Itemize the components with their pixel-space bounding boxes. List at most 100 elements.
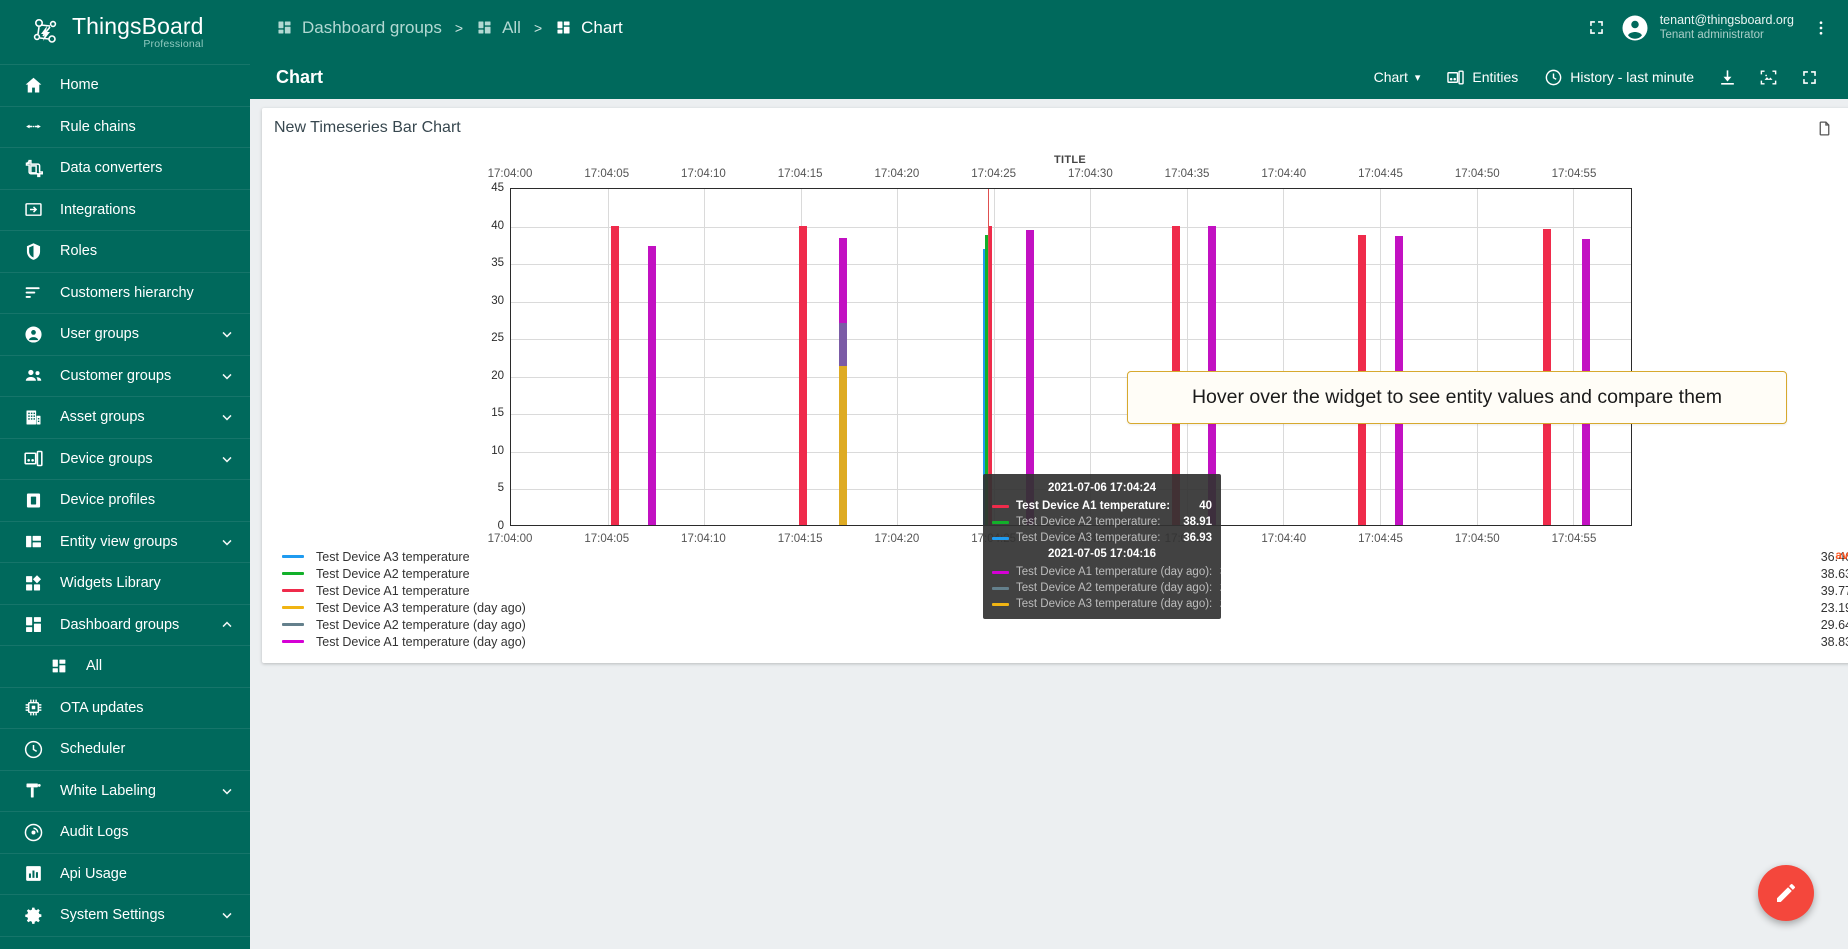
- export-file-icon[interactable]: [1816, 120, 1833, 137]
- x-tick-top: 17:04:45: [1358, 168, 1403, 180]
- sidebar-item-rule-chains[interactable]: Rule chains: [0, 107, 250, 148]
- gridline-horizontal: [511, 226, 1631, 228]
- sidebar-item-data-converters[interactable]: Data converters: [0, 148, 250, 190]
- sidebar-item-widgets-library[interactable]: Widgets Library: [0, 563, 250, 605]
- image-export-button[interactable]: [1748, 60, 1789, 94]
- hint-callout: Hover over the widget to see entity valu…: [1127, 371, 1787, 424]
- sidebar-item-label: Widgets Library: [60, 575, 161, 592]
- timewindow-button[interactable]: History - last minute: [1531, 60, 1707, 94]
- api-usage-icon: [22, 863, 44, 885]
- legend-item[interactable]: Test Device A1 temperature (day ago) 38.8…: [272, 633, 1848, 650]
- legend-item[interactable]: Test Device A3 temperature36.46: [272, 548, 1848, 565]
- building-icon: [22, 406, 44, 428]
- sidebar-item-device-groups[interactable]: Device groups: [0, 439, 250, 480]
- dashboard-fullscreen-button[interactable]: [1789, 60, 1830, 94]
- sidebar-item-home[interactable]: Home: [0, 65, 250, 107]
- sidebar-item-all[interactable]: All: [0, 646, 250, 688]
- sidebar-item-user-groups[interactable]: User groups: [0, 314, 250, 356]
- legend-series-label: Test Device A2 temperature (day ago): [316, 617, 526, 632]
- chevron-down-icon[interactable]: [218, 533, 236, 551]
- legend-series-swatch: [282, 622, 304, 627]
- chevron-down-icon[interactable]: [218, 325, 236, 343]
- sidebar-item-integrations[interactable]: Integrations: [0, 190, 250, 231]
- chevron-down-icon[interactable]: [218, 906, 236, 924]
- sidebar-item-label: System Settings: [60, 907, 165, 924]
- legend-series-avg: 29.64: [1820, 617, 1848, 632]
- entity-view-icon: [22, 531, 44, 553]
- sidebar-item-customer-groups[interactable]: Customer groups: [0, 356, 250, 397]
- sidebar-item-scheduler[interactable]: Scheduler: [0, 729, 250, 771]
- breadcrumb-item-chart[interactable]: Chart: [555, 18, 623, 38]
- legend-series-avg: 38.63: [1820, 566, 1848, 581]
- account-circle-icon: [1620, 13, 1650, 43]
- download-icon: [1718, 68, 1737, 87]
- legend-series-avg: 38.83: [1820, 634, 1848, 649]
- x-tick-top: 17:04:35: [1164, 168, 1210, 180]
- x-tick-bottom: 17:04:00: [487, 533, 533, 545]
- chevron-down-icon[interactable]: [218, 408, 236, 426]
- sidebar-item-label: Data converters: [60, 160, 163, 177]
- legend-series-swatch: [282, 605, 304, 610]
- dashboard-content: New Timeseries Bar Chart TITLE 17:04:00 …: [250, 99, 1848, 949]
- legend-series-swatch: [282, 588, 304, 593]
- gridline-vertical: [1186, 189, 1188, 525]
- sidebar-item-white-labeling[interactable]: White Labeling: [0, 771, 250, 812]
- sidebar-item-asset-groups[interactable]: Asset groups: [0, 397, 250, 439]
- sidebar-item-label: All: [86, 658, 103, 675]
- chevron-down-icon[interactable]: [218, 450, 236, 468]
- x-tick-bottom: 17:04:55: [1551, 533, 1597, 545]
- gridline-vertical: [1090, 189, 1092, 525]
- sidebar-item-device-profiles[interactable]: Device profiles: [0, 480, 250, 522]
- sidebar-item-system-settings[interactable]: System Settings: [0, 895, 250, 937]
- sidebar-item-label: Home: [60, 77, 99, 94]
- legend-series-swatch: [282, 571, 304, 576]
- sidebar-item-label: Device profiles: [60, 492, 156, 509]
- x-tick-top: 17:04:55: [1551, 168, 1597, 180]
- widget-actions: [1816, 120, 1848, 137]
- legend-item[interactable]: Test Device A2 temperature (day ago) 29.6…: [272, 616, 1848, 633]
- sidebar-item-roles[interactable]: Roles: [0, 231, 250, 273]
- sidebar-item-customers-hierarchy[interactable]: Customers hierarchy: [0, 273, 250, 314]
- download-button[interactable]: [1707, 60, 1748, 94]
- integrations-icon: [22, 199, 44, 221]
- sidebar-item-ota-updates[interactable]: OTA updates: [0, 688, 250, 729]
- gridline-vertical: [1379, 189, 1381, 525]
- x-tick-top: 17:04:05: [584, 168, 630, 180]
- breadcrumb-item-all[interactable]: All: [476, 18, 521, 38]
- more-vert-icon[interactable]: [1808, 19, 1830, 37]
- x-tick-top: 17:04:20: [874, 168, 920, 180]
- legend-item[interactable]: Test Device A2 temperature 38.63: [272, 565, 1848, 582]
- sidebar-item-label: Audit Logs: [60, 824, 129, 841]
- legend-item[interactable]: Test Device A1 temperature 39.77: [272, 582, 1848, 599]
- chart-plot-area[interactable]: [510, 188, 1632, 526]
- people-icon: [22, 365, 44, 387]
- legend-item[interactable]: Test Device A3 temperature (day ago) 23.1…: [272, 599, 1848, 616]
- user-icon: [22, 323, 44, 345]
- user-menu[interactable]: tenant@thingsboard.org Tenant administra…: [1620, 13, 1794, 43]
- fullscreen-icon[interactable]: [1587, 18, 1606, 37]
- x-tick-top: 17:04:00: [487, 168, 533, 180]
- sidebar-item-entity-view-groups[interactable]: Entity view groups: [0, 522, 250, 563]
- entities-button[interactable]: Entities: [1433, 60, 1531, 94]
- chevron-down-icon[interactable]: [218, 367, 236, 385]
- dashboards-icon: [276, 19, 293, 36]
- x-tick-top: 17:04:50: [1454, 168, 1500, 180]
- chevron-up-icon[interactable]: [218, 616, 236, 634]
- hierarchy-icon: [22, 282, 44, 304]
- brand-logo[interactable]: ThingsBoard Professional: [0, 0, 250, 65]
- breadcrumb-item-dashboard-groups[interactable]: Dashboard groups: [276, 18, 442, 38]
- device-icon: [1446, 68, 1465, 87]
- x-tick-bottom: 17:04:25: [971, 533, 1016, 545]
- gridline-vertical: [1476, 189, 1478, 525]
- shield-icon: [22, 240, 44, 262]
- sidebar-item-api-usage[interactable]: Api Usage: [0, 854, 250, 895]
- sidebar-item-dashboard-groups[interactable]: Dashboard groups: [0, 605, 250, 646]
- chart-plot-wrapper: TITLE 17:04:00 17:04:05 17:04:10 17:04:15 17…: [262, 144, 1848, 545]
- y-tick: 25: [491, 332, 504, 345]
- timewindow-label: History - last minute: [1570, 69, 1694, 85]
- edit-dashboard-fab[interactable]: [1758, 865, 1814, 921]
- dashboard-state-selector[interactable]: Chart ▾: [1361, 60, 1434, 94]
- sidebar-item-audit-logs[interactable]: Audit Logs: [0, 812, 250, 854]
- x-tick-bottom: 17:04:35: [1164, 533, 1210, 545]
- chevron-down-icon[interactable]: [218, 782, 236, 800]
